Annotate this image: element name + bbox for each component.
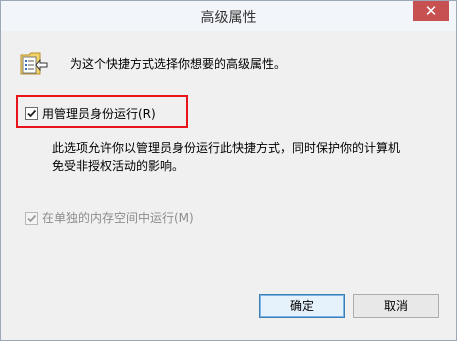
title-bar[interactable]: 高级属性 ✕ <box>1 1 456 31</box>
close-button[interactable]: ✕ <box>413 1 449 21</box>
description-line-2: 免受非授权活动的影响。 <box>52 159 185 173</box>
run-as-admin-description: 此选项允许你以管理员身份运行此快捷方式，同时保护你的计算机 免受非授权活动的影响… <box>52 139 442 175</box>
cancel-button[interactable]: 取消 <box>353 294 439 318</box>
shortcut-properties-icon <box>20 51 48 77</box>
description-line-1: 此选项允许你以管理员身份运行此快捷方式，同时保护你的计算机 <box>52 141 401 155</box>
separate-memory-label: 在单独的内存空间中运行(M) <box>42 211 194 225</box>
header-description: 为这个快捷方式选择你想要的高级属性。 <box>70 57 287 71</box>
checkmark-icon <box>27 109 37 118</box>
separate-memory-checkbox[interactable] <box>25 212 38 225</box>
window-title: 高级属性 <box>200 10 257 26</box>
close-icon: ✕ <box>424 2 438 20</box>
ok-button[interactable]: 确定 <box>259 294 345 318</box>
run-as-admin-checkbox[interactable] <box>25 107 38 120</box>
dialog-content: 为这个快捷方式选择你想要的高级属性。 用管理员身份运行(R) 此选项允许你以管理… <box>8 31 449 334</box>
advanced-properties-dialog: 高级属性 ✕ 为这个快捷方式选择你想要的高级属性。 用管理员身份运行(R) 此选… <box>0 0 457 341</box>
run-as-admin-label[interactable]: 用管理员身份运行(R) <box>42 105 156 122</box>
checkmark-icon <box>27 214 37 223</box>
